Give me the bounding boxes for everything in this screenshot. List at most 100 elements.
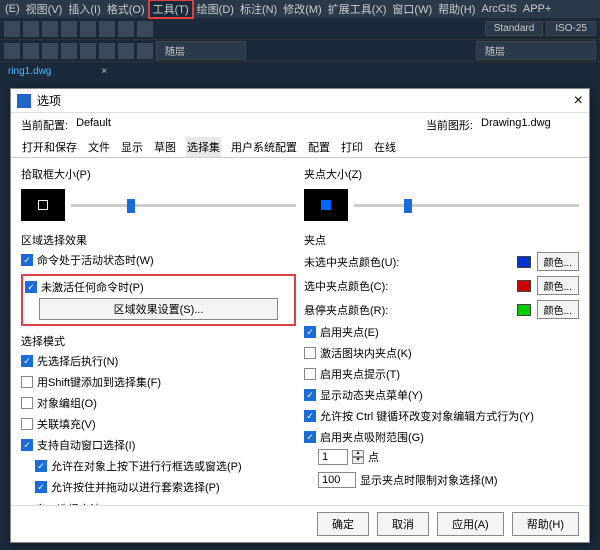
iso-combo[interactable]: ISO-25 — [546, 21, 596, 36]
tab-name: ring1.dwg — [8, 66, 51, 77]
c1-label: 未选中夹点颜色(U): — [304, 254, 511, 270]
highlight-box: ✓未激活任何命令时(P) 区域效果设置(S)... — [21, 274, 296, 326]
dialog-buttons: 确定 取消 应用(A) 帮助(H) — [11, 505, 589, 542]
document-tab[interactable]: ring1.dwg × — [0, 62, 600, 80]
dialog-tab[interactable]: 显示 — [120, 137, 144, 157]
menu-item[interactable]: 绘图(D) — [194, 1, 237, 17]
tool-icon[interactable] — [61, 43, 77, 59]
apply-button[interactable]: 应用(A) — [437, 512, 504, 536]
dialog-tab[interactable]: 配置 — [307, 137, 331, 157]
profile-label: 当前配置: — [21, 117, 68, 133]
checkbox[interactable]: ✓ — [25, 281, 37, 293]
dialog-tab[interactable]: 选择集 — [186, 137, 221, 157]
tab-close-icon[interactable]: × — [101, 66, 107, 77]
g3: 启用夹点提示(T) — [320, 366, 400, 382]
checkbox[interactable]: ✓ — [35, 460, 47, 472]
ok-button[interactable]: 确定 — [317, 512, 369, 536]
menu-item[interactable]: 帮助(H) — [435, 1, 478, 17]
color-swatch — [517, 280, 531, 292]
color-button[interactable]: 颜色... — [537, 252, 579, 271]
menu-item[interactable]: APP+ — [520, 3, 554, 15]
tool-icon[interactable] — [99, 21, 115, 37]
checkbox[interactable]: ✓ — [21, 254, 33, 266]
grip-slider[interactable] — [354, 204, 579, 207]
dialog-tab[interactable]: 打开和保存 — [21, 137, 78, 157]
tool-icon[interactable] — [137, 21, 153, 37]
spinner[interactable]: ▴▾ — [352, 450, 364, 464]
menu-item[interactable]: 工具(T) — [148, 0, 194, 19]
menu-item[interactable]: ArcGIS — [478, 3, 519, 15]
region-settings-button[interactable]: 区域效果设置(S)... — [39, 298, 278, 320]
checkbox[interactable] — [304, 368, 316, 380]
checkbox[interactable]: ✓ — [304, 410, 316, 422]
dialog-titlebar: 选项 × — [11, 89, 589, 113]
toolbar-row2: 随层 随层 — [0, 40, 600, 62]
menu-item[interactable]: 窗口(W) — [389, 1, 435, 17]
dialog-tab[interactable]: 文件 — [87, 137, 111, 157]
tool-icon[interactable] — [80, 43, 96, 59]
c2-label: 选中夹点颜色(C): — [304, 278, 511, 294]
menu-item[interactable]: 标注(N) — [237, 1, 280, 17]
tool-icon[interactable] — [61, 21, 77, 37]
checkbox[interactable]: ✓ — [21, 439, 33, 451]
pts-input[interactable]: 1 — [318, 449, 348, 465]
checkbox[interactable]: ✓ — [304, 326, 316, 338]
left-column: 拾取框大小(P) 区域选择效果 ✓命令处于活动状态时(W) ✓未激活任何命令时(… — [21, 164, 296, 499]
menu-item[interactable]: 修改(M) — [280, 1, 325, 17]
color-button[interactable]: 颜色... — [537, 300, 579, 319]
color-button[interactable]: 颜色... — [537, 276, 579, 295]
layer-combo[interactable]: 随层 — [156, 41, 246, 60]
dialog-tabs: 打开和保存文件显示草图选择集用户系统配置配置打印在线 — [11, 137, 589, 158]
tool-icon[interactable] — [118, 43, 134, 59]
griplim-input[interactable]: 100 — [318, 472, 356, 488]
checkbox[interactable] — [21, 376, 33, 388]
m4: 关联填充(V) — [37, 416, 96, 432]
g2: 激活图块内夹点(K) — [320, 345, 412, 361]
pickbox-preview — [21, 189, 65, 221]
dialog-tab[interactable]: 在线 — [373, 137, 397, 157]
drawing-label: 当前图形: — [426, 117, 473, 133]
dialog-tab[interactable]: 用户系统配置 — [230, 137, 298, 157]
menu-item[interactable]: 插入(I) — [65, 1, 103, 17]
c3-label: 悬停夹点颜色(R): — [304, 302, 511, 318]
g5: 允许按 Ctrl 键循环改变对象编辑方式行为(Y) — [320, 408, 534, 424]
menu-item[interactable]: 扩展工具(X) — [325, 1, 390, 17]
g6: 启用夹点吸附范围(G) — [320, 429, 424, 445]
tool-icon[interactable] — [80, 21, 96, 37]
tool-icon[interactable] — [4, 21, 20, 37]
drawing-value: Drawing1.dwg — [481, 117, 571, 133]
tool-icon[interactable] — [23, 21, 39, 37]
pickbox-slider[interactable] — [71, 204, 296, 207]
checkbox[interactable]: ✓ — [35, 481, 47, 493]
m3: 对象编组(O) — [37, 395, 97, 411]
profile-row: 当前配置: Default 当前图形: Drawing1.dwg — [11, 113, 589, 137]
dialog-tab[interactable]: 草图 — [153, 137, 177, 157]
m6: 允许在对象上按下进行行框选或窗选(P) — [51, 458, 242, 474]
checkbox[interactable] — [21, 418, 33, 430]
checkbox[interactable] — [304, 347, 316, 359]
g4: 显示动态夹点菜单(Y) — [320, 387, 423, 403]
profile-value: Default — [76, 117, 146, 133]
menu-item[interactable]: 视图(V) — [23, 1, 66, 17]
close-icon[interactable]: × — [574, 92, 583, 110]
tool-icon[interactable] — [137, 43, 153, 59]
pickbox-label: 拾取框大小(P) — [21, 166, 296, 182]
tool-icon[interactable] — [42, 43, 58, 59]
menu-item[interactable]: 格式(O) — [104, 1, 148, 17]
help-button[interactable]: 帮助(H) — [512, 512, 579, 536]
style-combo[interactable]: Standard — [485, 21, 544, 36]
checkbox[interactable]: ✓ — [304, 431, 316, 443]
tool-icon[interactable] — [4, 43, 20, 59]
dialog-tab[interactable]: 打印 — [340, 137, 364, 157]
layer2-combo[interactable]: 随层 — [476, 41, 596, 60]
cancel-button[interactable]: 取消 — [377, 512, 429, 536]
tool-icon[interactable] — [99, 43, 115, 59]
toolbar-row1: Standard ISO-25 — [0, 18, 600, 40]
tool-icon[interactable] — [118, 21, 134, 37]
checkbox[interactable]: ✓ — [21, 355, 33, 367]
tool-icon[interactable] — [42, 21, 58, 37]
checkbox[interactable] — [21, 397, 33, 409]
checkbox[interactable]: ✓ — [304, 389, 316, 401]
menu-item[interactable]: (E) — [2, 3, 23, 15]
tool-icon[interactable] — [23, 43, 39, 59]
